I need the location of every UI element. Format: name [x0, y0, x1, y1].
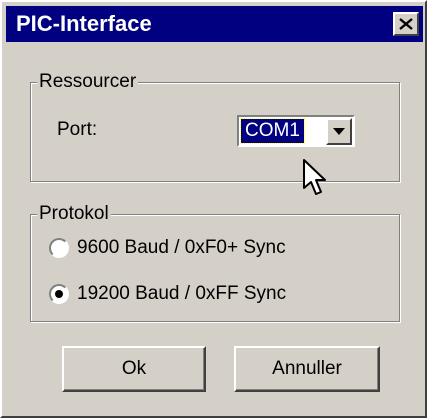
- radio-label-9600: 9600 Baud / 0xF0+ Sync: [77, 237, 286, 258]
- close-icon: [399, 18, 413, 30]
- port-dropdown-button[interactable]: [326, 118, 352, 145]
- protocol-legend: Protokol: [37, 202, 111, 226]
- cancel-button[interactable]: Annuller: [234, 346, 380, 392]
- port-label: Port:: [57, 119, 98, 140]
- radio-option-19200[interactable]: 19200 Baud / 0xFF Sync: [49, 283, 286, 305]
- pic-interface-dialog: PIC-Interface Ressourcer Port: COM1 Prot…: [0, 0, 427, 418]
- port-select-value: COM1: [240, 118, 305, 144]
- radio-19200[interactable]: [49, 284, 69, 304]
- mouse-pointer-icon: [303, 159, 326, 195]
- resources-group: Ressourcer Port: COM1: [30, 70, 400, 182]
- radio-9600[interactable]: [49, 238, 69, 258]
- radio-option-9600[interactable]: 9600 Baud / 0xF0+ Sync: [49, 237, 286, 259]
- resources-legend: Ressourcer: [37, 70, 139, 94]
- close-button[interactable]: [393, 12, 419, 36]
- protocol-group: Protokol 9600 Baud / 0xF0+ Sync 19200 Ba…: [30, 202, 400, 322]
- radio-label-19200: 19200 Baud / 0xFF Sync: [77, 283, 287, 304]
- radio-selected-dot: [55, 290, 63, 298]
- chevron-down-icon: [333, 127, 345, 135]
- port-select[interactable]: COM1: [237, 115, 355, 147]
- ok-button[interactable]: Ok: [62, 346, 206, 392]
- window-title: PIC-Interface: [16, 11, 152, 36]
- title-bar[interactable]: PIC-Interface: [6, 6, 423, 42]
